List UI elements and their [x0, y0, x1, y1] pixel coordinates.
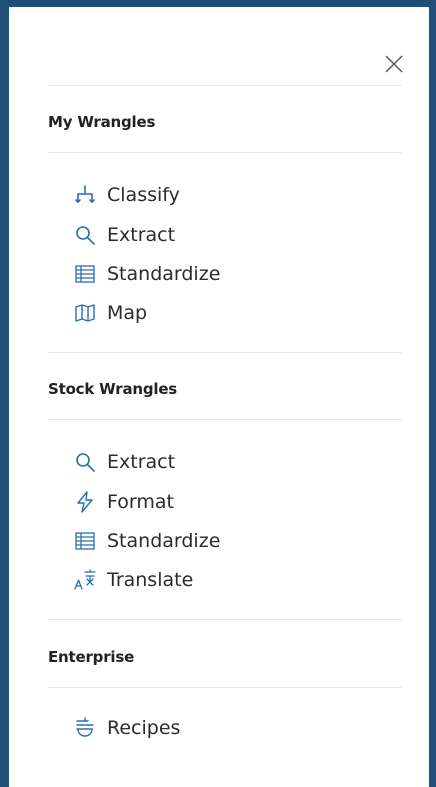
translate-icon	[73, 568, 97, 592]
menu-item-translate[interactable]: Translate	[73, 566, 193, 594]
menu-item-recipes[interactable]: Recipes	[73, 714, 180, 742]
menu-item-label: Translate	[107, 569, 194, 591]
menu-item-label: Recipes	[107, 717, 181, 739]
section-title-my-wrangles: My Wrangles	[48, 113, 156, 131]
section-title-stock-wrangles: Stock Wrangles	[48, 380, 178, 398]
menu-item-label: Format	[107, 491, 174, 513]
divider	[48, 352, 402, 353]
map-icon	[73, 301, 97, 325]
menu-item-label: Extract	[107, 224, 176, 246]
section-title-enterprise: Enterprise	[48, 648, 135, 666]
divider	[48, 419, 402, 420]
side-panel: My Wrangles Classify Extract Standardize…	[9, 7, 429, 787]
classify-icon	[73, 183, 97, 207]
window-frame: My Wrangles Classify Extract Standardize…	[0, 0, 436, 787]
menu-item-extract[interactable]: Extract	[73, 448, 175, 476]
standardize-icon	[73, 262, 97, 286]
divider	[48, 85, 402, 86]
standardize-icon	[73, 529, 97, 553]
menu-item-label: Standardize	[107, 263, 221, 285]
menu-item-standardize[interactable]: Standardize	[73, 527, 220, 555]
menu-item-standardize[interactable]: Standardize	[73, 260, 220, 288]
divider	[48, 152, 402, 153]
close-icon	[385, 55, 403, 73]
menu-item-label: Map	[107, 302, 148, 324]
menu-item-label: Classify	[107, 184, 180, 206]
divider	[48, 619, 402, 620]
search-icon	[73, 223, 97, 247]
menu-item-map[interactable]: Map	[73, 299, 147, 327]
close-button[interactable]	[383, 53, 405, 75]
menu-item-format[interactable]: Format	[73, 488, 174, 516]
menu-item-classify[interactable]: Classify	[73, 181, 180, 209]
menu-item-label: Standardize	[107, 530, 221, 552]
search-icon	[73, 450, 97, 474]
menu-item-label: Extract	[107, 451, 176, 473]
recipes-icon	[73, 716, 97, 740]
divider	[48, 687, 402, 688]
menu-item-extract[interactable]: Extract	[73, 221, 175, 249]
lightning-icon	[73, 490, 97, 514]
